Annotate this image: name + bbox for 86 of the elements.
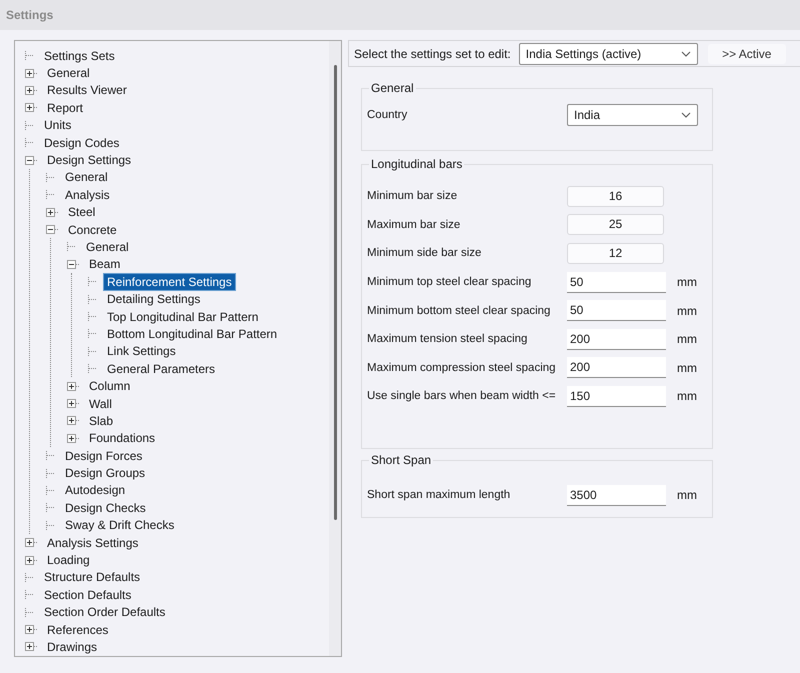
- input-field[interactable]: 16: [567, 186, 664, 207]
- tree-item[interactable]: Analysis Settings: [44, 534, 142, 551]
- input-field[interactable]: 150: [567, 386, 666, 407]
- expand-icon[interactable]: [25, 103, 34, 112]
- settings-set-dropdown[interactable]: India Settings (active): [518, 42, 698, 64]
- tree-item[interactable]: Design Codes: [41, 134, 122, 151]
- collapse-icon[interactable]: [67, 260, 76, 269]
- unit-label: mm: [677, 488, 697, 502]
- expand-icon[interactable]: [25, 625, 34, 634]
- tree-item[interactable]: Section Defaults: [41, 586, 134, 603]
- collapse-icon[interactable]: [25, 156, 34, 165]
- active-button[interactable]: >> Active: [708, 44, 786, 64]
- tree-item[interactable]: Bottom Longitudinal Bar Pattern: [104, 326, 280, 342]
- expand-icon[interactable]: [25, 538, 34, 548]
- group-title: Longitudinal bars: [369, 157, 464, 171]
- expand-icon[interactable]: [67, 399, 76, 408]
- tree-item[interactable]: Report: [44, 100, 86, 116]
- tree-item[interactable]: General: [62, 169, 111, 186]
- expand-icon[interactable]: [25, 68, 34, 78]
- input-field[interactable]: 50: [567, 300, 666, 322]
- window-title: Settings: [6, 8, 54, 22]
- chevron-down-icon: [680, 50, 691, 56]
- field-label: Maximum compression steel spacing: [367, 362, 557, 374]
- tree-item[interactable]: Autodesign: [62, 482, 128, 498]
- expand-icon[interactable]: [67, 416, 76, 426]
- group-title: Short Span: [369, 453, 434, 467]
- expand-icon[interactable]: [67, 382, 76, 391]
- input-field[interactable]: 3500: [567, 484, 666, 506]
- expand-icon[interactable]: [25, 642, 34, 652]
- expand-icon[interactable]: [46, 208, 55, 217]
- tree-item[interactable]: Foundations: [86, 430, 158, 446]
- tree-item[interactable]: Units: [41, 117, 74, 134]
- input-field[interactable]: 200: [567, 328, 666, 350]
- tree-item[interactable]: Design Groups: [62, 465, 148, 482]
- input-field[interactable]: 25: [567, 214, 664, 236]
- field-label: Minimum bar size: [367, 190, 458, 202]
- tree-item[interactable]: Beam: [86, 256, 124, 272]
- expand-icon[interactable]: [25, 86, 34, 95]
- tree-item[interactable]: Design Forces: [62, 448, 146, 464]
- tree-item[interactable]: Detailing Settings: [104, 291, 204, 308]
- field-label: Minimum top steel clear spacing: [367, 276, 532, 288]
- tree-item[interactable]: Wall: [86, 396, 115, 412]
- unit-label: mm: [677, 389, 697, 404]
- field-label: Country: [367, 109, 408, 122]
- tree-item[interactable]: Sway & Drift Checks: [62, 517, 178, 534]
- tree-item[interactable]: Link Settings: [104, 343, 179, 360]
- field-label: Maximum bar size: [367, 218, 462, 231]
- unit-label: mm: [677, 304, 697, 318]
- field-label: Minimum bottom steel clear spacing: [367, 304, 552, 317]
- tree-item[interactable]: Design Settings: [44, 152, 134, 168]
- input-field[interactable]: 12: [567, 242, 664, 264]
- field-label: Minimum side bar size: [367, 247, 482, 260]
- settings-set-label: Select the settings set to edit:: [354, 46, 511, 60]
- tree-item[interactable]: Slab: [86, 412, 116, 429]
- tree-item[interactable]: Structure Defaults: [41, 569, 144, 586]
- tree-item[interactable]: General: [44, 65, 93, 82]
- tree-item[interactable]: Steel: [65, 204, 98, 220]
- country-dropdown[interactable]: India: [567, 104, 698, 126]
- unit-label: mm: [677, 275, 697, 290]
- tree-item[interactable]: Analysis: [62, 186, 113, 203]
- tree-item[interactable]: Section Order Defaults: [41, 604, 168, 620]
- input-field[interactable]: 200: [567, 357, 666, 378]
- tree-item[interactable]: General Parameters: [104, 360, 218, 377]
- unit-label: mm: [677, 332, 697, 346]
- collapse-icon[interactable]: [46, 225, 55, 234]
- unit-label: mm: [677, 360, 697, 375]
- expand-icon[interactable]: [67, 434, 76, 443]
- field-label: Short span maximum length: [367, 489, 512, 502]
- tree-item[interactable]: Design Checks: [62, 500, 149, 516]
- tree-item[interactable]: Results Viewer: [44, 82, 130, 98]
- tree-item[interactable]: References: [44, 622, 112, 638]
- chevron-down-icon: [681, 112, 691, 118]
- group-title: General: [369, 81, 416, 95]
- tree-item[interactable]: Column: [86, 378, 134, 394]
- tree-item[interactable]: Loading: [44, 552, 93, 568]
- input-field[interactable]: 50: [567, 272, 666, 293]
- field-label: Use single bars when beam width <=: [367, 390, 557, 402]
- scrollbar-thumb[interactable]: [334, 65, 336, 520]
- field-label: Maximum tension steel spacing: [367, 333, 528, 346]
- tree-item[interactable]: Drawings: [44, 638, 100, 655]
- tree-item[interactable]: Reinforcement Settings: [104, 274, 235, 290]
- tree-item[interactable]: Settings Sets: [41, 48, 118, 64]
- tree-item[interactable]: Top Longitudinal Bar Pattern: [104, 308, 262, 325]
- expand-icon[interactable]: [25, 556, 34, 565]
- tree-item[interactable]: Concrete: [65, 222, 120, 238]
- tree-item[interactable]: General: [83, 238, 132, 255]
